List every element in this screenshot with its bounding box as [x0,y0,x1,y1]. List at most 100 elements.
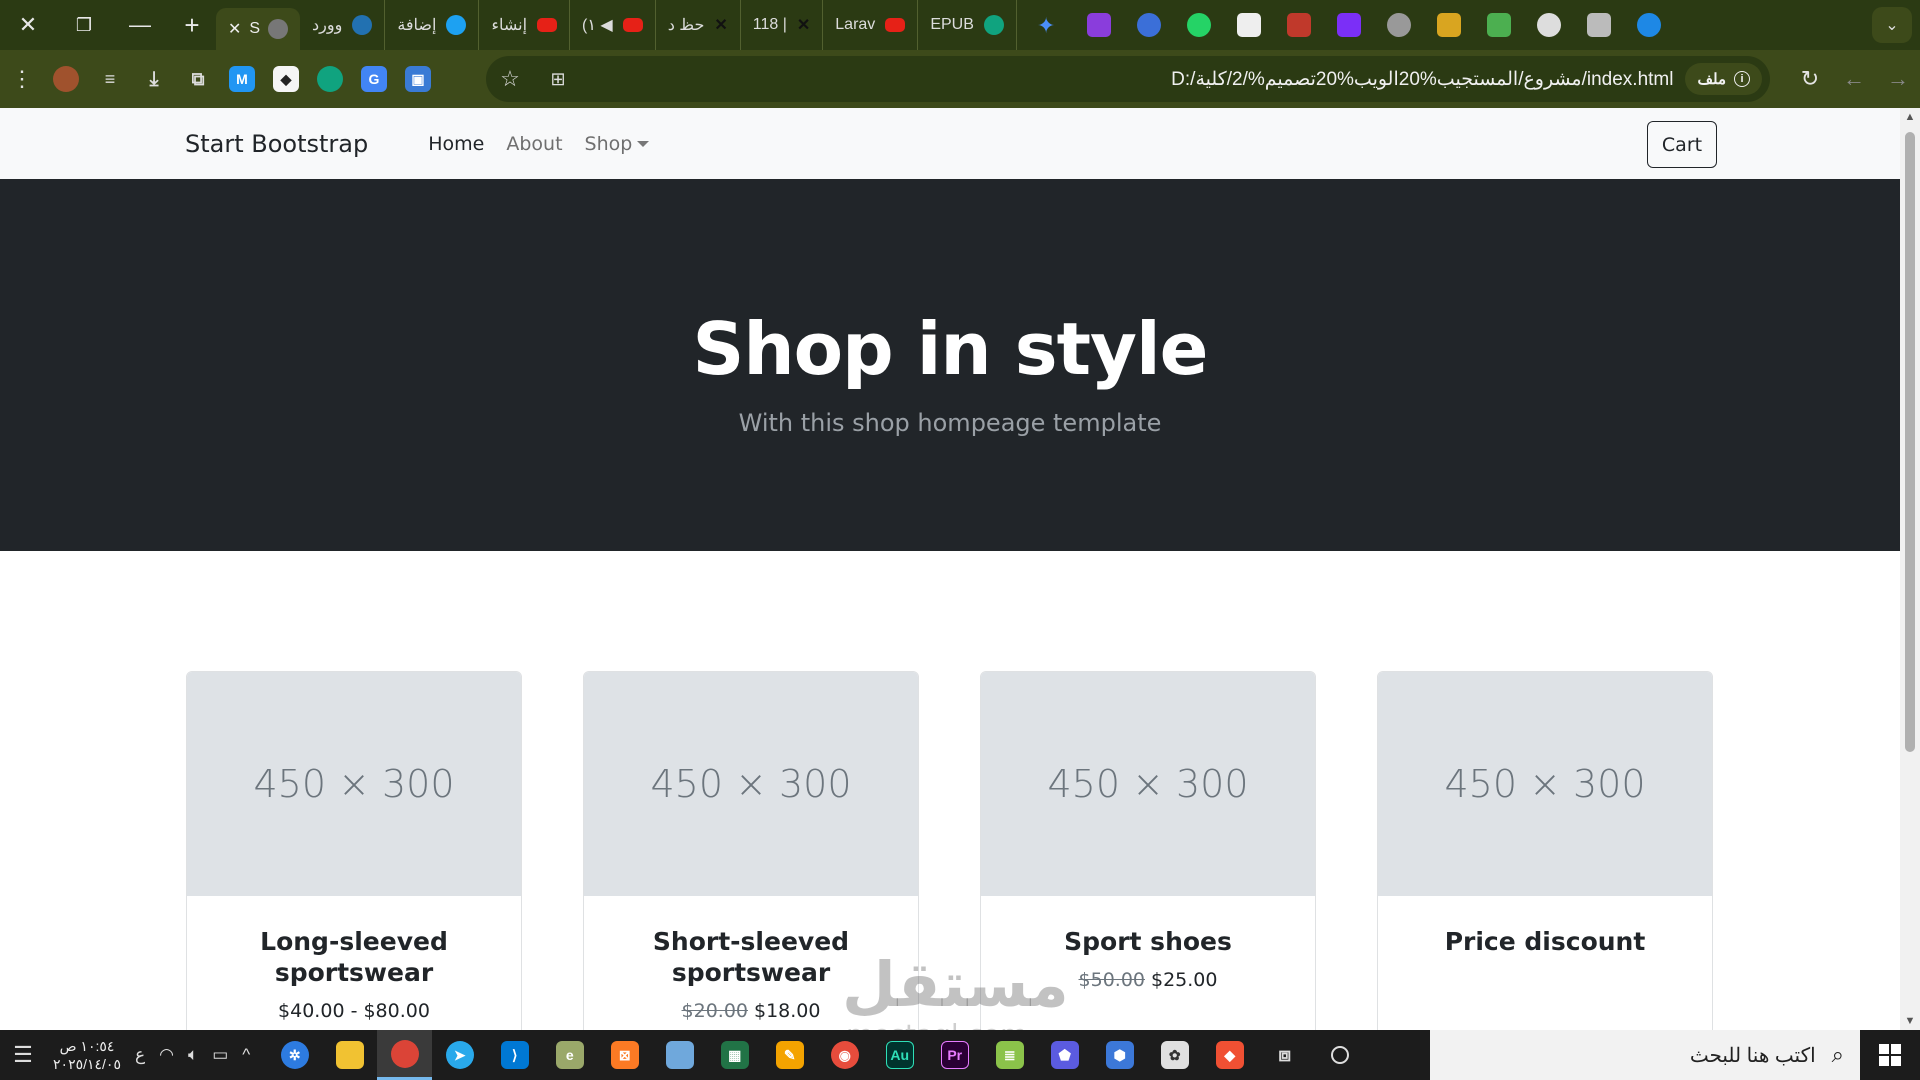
taskbar-app-pentagon[interactable]: ⬟ [1037,1030,1092,1080]
globe-icon[interactable] [1386,13,1411,37]
taskbar-app-git[interactable]: ◆ [1202,1030,1257,1080]
laravel-icon[interactable] [1286,13,1311,37]
spy-extension-icon[interactable] [53,66,79,92]
taskbar-app-notes[interactable] [652,1030,707,1080]
taskbar-app-camtasia[interactable]: ◉ [817,1030,872,1080]
battery-icon[interactable]: ▭ [212,1045,228,1065]
reload-icon[interactable]: ↻ [1788,57,1832,101]
nav-link-shop-label: Shop [584,132,633,155]
forward-arrow-icon[interactable]: → [1876,57,1920,101]
scroll-up-arrow-icon[interactable]: ▲ [1900,108,1920,126]
browser-tab-label: (١ ◀ [582,17,613,34]
taskbar-app-cube[interactable]: ⬢ [1092,1030,1147,1080]
taskbar-clock[interactable]: ١٠:٥٤ ص ٢٠٢٥/١٤/٠٥ [46,1037,128,1073]
wordpress-icon[interactable] [1536,13,1561,37]
clock-date: ٢٠٢٥/١٤/٠٥ [53,1056,121,1072]
taskbar-app-paint[interactable]: ✿ [1147,1030,1202,1080]
pen-icon[interactable] [1636,13,1661,37]
scrollbar-thumb[interactable] [1905,132,1915,752]
hero-section: Shop in style With this shop hompeage te… [0,179,1900,551]
copilot-icon[interactable] [1136,13,1161,37]
new-tab-button[interactable]: + [168,0,216,50]
minimize-window-icon[interactable]: — [112,0,168,50]
taskbar-app-telegram[interactable]: ➤ [432,1030,487,1080]
scroll-down-arrow-icon[interactable]: ▼ [1900,1012,1920,1030]
site-info-chip[interactable]: ملف i [1685,63,1762,95]
notes-icon [665,1041,694,1069]
browser-tab-label: 118 | [752,16,787,33]
product-card-body: Price discount [1378,896,1712,957]
menu-dots-icon[interactable]: ⋮ [0,57,44,101]
git-icon: ◆ [1215,1041,1244,1069]
nav-link-home[interactable]: Home [428,133,484,155]
pentagon-app-icon: ⬟ [1050,1041,1079,1069]
whatsapp-icon[interactable] [1186,13,1211,37]
extensions-puzzle-icon[interactable]: ⧉ [185,66,211,92]
taskbar-app-explorer[interactable] [322,1030,377,1080]
taskbar-cortana[interactable] [1312,1030,1367,1080]
browser-tab[interactable]: وورد [300,0,386,50]
taskbar-app-xampp[interactable]: ⊠ [597,1030,652,1080]
browser-tab[interactable]: (١ ◀ [570,0,656,50]
translate-extension-icon[interactable]: G [361,66,387,92]
taskbar-app-epub[interactable]: e [542,1030,597,1080]
watermark-subtext: mostaql.com [846,1018,1027,1030]
cart-button[interactable]: Cart [1647,121,1717,168]
wifi-icon[interactable]: ◠ [159,1045,174,1065]
volume-icon[interactable]: 🔈︎ [188,1045,198,1065]
restore-window-icon[interactable]: ❐ [56,0,112,50]
app-icon[interactable] [1086,13,1111,37]
taskbar-app-audition[interactable]: Au [872,1030,927,1080]
warning-icon[interactable] [1436,13,1461,37]
browser-toolbar: ⋮ ≡ ⤓ ⧉ M ◆ G ▣ ☆ ⊞ D:/مشروع/المستجيب%20… [0,50,1920,108]
browser-tab[interactable]: إضافة [385,0,480,50]
notion-icon[interactable] [1236,13,1261,37]
tray-chevron-up-icon[interactable]: ^ [242,1045,250,1065]
taskbar-app-sql[interactable]: ✎ [762,1030,817,1080]
product-card[interactable]: 450 × 300 Long-sleeved sportswear $40.00 -… [186,671,522,1030]
nav-dropdown-shop[interactable]: Shop [585,133,650,155]
browser-tab-label: Larav [835,16,876,33]
taskbar-app-bluestacks[interactable]: ≣ [982,1030,1037,1080]
nav-link-about[interactable]: About [506,133,562,155]
taskbar-app-excel-tool[interactable]: ▦ [707,1030,762,1080]
page-scrollbar[interactable]: ▲ ▼ [1900,108,1920,1030]
active-tab[interactable]: ✕ S [216,8,300,50]
taskbar-app-premiere[interactable]: Pr [927,1030,982,1080]
taskbar-app-settings[interactable]: ✲ [267,1030,322,1080]
notification-center-icon[interactable]: ☰ [0,1042,46,1068]
cube-extension-icon[interactable]: ◆ [273,66,299,92]
browser-tab[interactable]: 118 | ✕ [741,0,824,50]
browser-tab[interactable]: إنشاء [479,0,571,50]
back-arrow-icon[interactable]: ← [1832,57,1876,101]
navbar-brand[interactable]: Start Bootstrap [185,130,368,158]
download-arrow-icon[interactable] [1486,13,1511,37]
bookmark-star-icon[interactable]: ☆ [486,66,534,92]
mailchimp-extension-icon[interactable]: M [229,66,255,92]
install-app-icon[interactable]: ⊞ [534,69,582,90]
tab-search-chevron-icon[interactable]: ⌄ [1872,7,1912,43]
x-icon: ✕ [714,17,728,34]
browser-tab[interactable]: Larav [823,0,919,50]
taskbar-task-view[interactable]: ⧈ [1257,1030,1312,1080]
download-icon[interactable]: ⤓ [141,66,167,92]
browser-tab[interactable]: حظ د ✕ [656,0,741,50]
share-icon[interactable] [1586,13,1611,37]
url-text[interactable]: D:/مشروع/المستجيب%20الويب%20تصميم%/2/كلي… [1171,68,1673,91]
bootstrap-icon[interactable] [1336,13,1361,37]
close-tab-icon[interactable]: ✕ [228,19,241,39]
taskbar-app-chrome[interactable] [377,1030,433,1080]
windows-taskbar: ☰ ١٠:٥٤ ص ٢٠٢٥/١٤/٠٥ ع ◠ 🔈︎ ▭ ^ ✲ ➤ ⟩ e … [0,1030,1920,1080]
language-indicator[interactable]: ع [135,1045,145,1065]
start-button[interactable] [1860,1030,1920,1080]
product-card[interactable]: 450 × 300 Price discount [1377,671,1713,1030]
browser-tab[interactable]: EPUB [918,0,1017,50]
taskbar-search-box[interactable]: اكتب هنا للبحث ⌕ [1430,1030,1860,1080]
screen-capture-extension-icon[interactable]: ▣ [405,66,431,92]
chatgpt-extension-icon[interactable] [317,66,343,92]
close-window-icon[interactable]: ✕ [0,0,56,50]
reading-list-icon[interactable]: ≡ [97,66,123,92]
gemini-icon[interactable]: ✦ [1037,13,1061,38]
taskbar-app-vscode[interactable]: ⟩ [487,1030,542,1080]
address-bar[interactable]: ☆ ⊞ D:/مشروع/المستجيب%20الويب%20تصميم%/2… [486,56,1770,102]
